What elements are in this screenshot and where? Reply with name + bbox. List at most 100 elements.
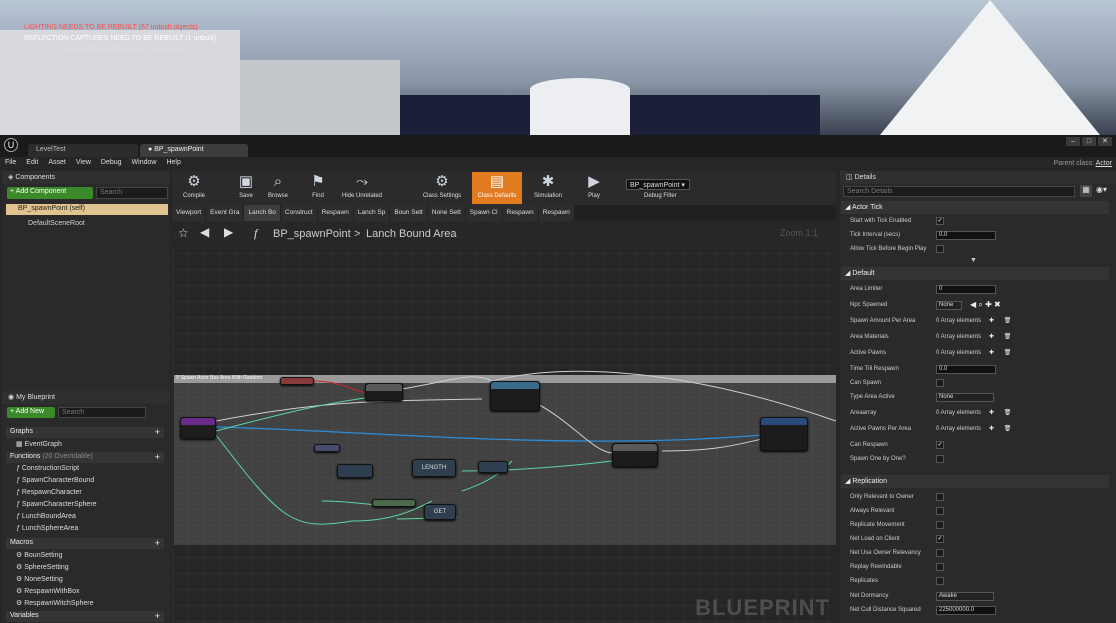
macro-item[interactable]: ⚙ RespawnWithBox bbox=[16, 587, 79, 595]
trash-icon[interactable]: 🗑 bbox=[1004, 350, 1012, 356]
add-macro-icon[interactable]: + bbox=[155, 538, 160, 548]
event-node[interactable] bbox=[760, 417, 808, 451]
function-entry-node[interactable] bbox=[180, 417, 216, 439]
net-load-on-client-checkbox[interactable]: ✓ bbox=[936, 535, 944, 543]
menu-file[interactable]: File bbox=[0, 157, 21, 168]
spawn-one-by-one-checkbox[interactable] bbox=[936, 455, 944, 463]
get-node[interactable]: GET bbox=[424, 504, 456, 520]
always-relevant-checkbox[interactable] bbox=[936, 507, 944, 515]
length-node[interactable]: LENGTH bbox=[412, 459, 456, 477]
menu-debug[interactable]: Debug bbox=[96, 157, 127, 168]
add-component-button[interactable]: + Add Component bbox=[7, 187, 93, 199]
my-blueprint-search-input[interactable]: Search bbox=[58, 407, 146, 418]
macro-item[interactable]: ⚙ RespawnWitchSphere bbox=[16, 599, 94, 607]
trash-icon[interactable]: 🗑 bbox=[1004, 426, 1012, 432]
type-area-active-select[interactable]: None bbox=[936, 393, 994, 402]
function-item[interactable]: ƒ ConstructionScript bbox=[16, 465, 79, 472]
macro-item[interactable]: ⚙ NoneSetting bbox=[16, 575, 63, 583]
add-function-icon[interactable]: + bbox=[155, 452, 160, 462]
section-actor-tick[interactable]: ◢ Actor Tick bbox=[841, 201, 1109, 214]
component-self[interactable]: BP_spawnPoint (self) bbox=[6, 204, 168, 215]
menu-asset[interactable]: Asset bbox=[43, 157, 71, 168]
grid-view-icon[interactable]: ▦ bbox=[1080, 185, 1092, 197]
npc-spawned-select[interactable]: None bbox=[936, 301, 962, 310]
variable-node[interactable] bbox=[280, 377, 314, 385]
area-materials-array[interactable]: 0 Array elements ✚ 🗑 bbox=[936, 333, 1011, 342]
function-item[interactable]: ƒ LunchSphereArea bbox=[16, 525, 78, 532]
debug-object-select[interactable]: BP_spawnPoint ▾ bbox=[626, 179, 690, 190]
allow-tick-checkbox[interactable] bbox=[936, 245, 944, 253]
macro-item[interactable]: ⚙ SphereSetting bbox=[16, 563, 69, 571]
add-icon[interactable]: ✚ bbox=[985, 300, 994, 309]
trash-icon[interactable]: 🗑 bbox=[1004, 334, 1012, 340]
add-icon[interactable]: ✚ bbox=[989, 410, 994, 416]
section-functions[interactable]: Functions (20 Overridable) + bbox=[6, 452, 164, 463]
tab-leveltest[interactable]: LevelTest bbox=[28, 144, 138, 157]
details-search-input[interactable]: Search Details bbox=[843, 186, 1075, 197]
time-till-respawn-input[interactable]: 0.0 bbox=[936, 365, 996, 374]
net-use-owner-checkbox[interactable] bbox=[936, 549, 944, 557]
section-variables[interactable]: Variables + bbox=[6, 611, 164, 622]
tab-respawn-sphere[interactable]: Respawn bbox=[538, 205, 574, 221]
simulation-button[interactable]: ✱ Simulation bbox=[526, 172, 570, 204]
replicate-movement-checkbox[interactable] bbox=[936, 521, 944, 529]
spawn-node[interactable] bbox=[490, 381, 540, 411]
net-dormancy-select[interactable]: Awake bbox=[936, 592, 994, 601]
function-item[interactable]: ƒ SpawnCharacterBound bbox=[16, 477, 94, 484]
tab-bp-spawnpoint[interactable]: ● BP_spawnPoint bbox=[140, 144, 248, 157]
branch-node[interactable] bbox=[365, 383, 403, 401]
add-new-button[interactable]: + Add New bbox=[7, 407, 55, 418]
class-settings-button[interactable]: ⚙ Class Settings bbox=[416, 172, 468, 204]
minimize-button[interactable]: – bbox=[1066, 137, 1080, 146]
components-search-input[interactable]: Search bbox=[96, 187, 168, 199]
areaarray-array[interactable]: 0 Array elements ✚ 🗑 bbox=[936, 409, 1011, 418]
replicates-checkbox[interactable] bbox=[936, 577, 944, 585]
clear-icon[interactable]: ✖ bbox=[994, 300, 1001, 309]
play-button[interactable]: ▶ Play bbox=[572, 172, 616, 204]
active-pawns-per-area-array[interactable]: 0 Array elements ✚ 🗑 bbox=[936, 425, 1011, 434]
array-variable-node[interactable] bbox=[372, 499, 416, 507]
active-pawns-array[interactable]: 0 Array elements ✚ 🗑 bbox=[936, 349, 1011, 358]
section-replication[interactable]: ◢ Replication bbox=[841, 475, 1109, 488]
tab-respawn[interactable]: Respawn bbox=[317, 205, 353, 221]
menu-help[interactable]: Help bbox=[161, 157, 185, 168]
start-with-tick-checkbox[interactable]: ✓ bbox=[936, 217, 944, 225]
only-relevant-checkbox[interactable] bbox=[936, 493, 944, 501]
add-icon[interactable]: ✚ bbox=[989, 350, 994, 356]
parent-class-link[interactable]: Actor bbox=[1096, 160, 1112, 167]
tab-spawn-character[interactable]: Spawn Cl bbox=[465, 205, 502, 221]
function-item[interactable]: ƒ RespawnCharacter bbox=[16, 489, 82, 496]
tab-lanch-bound[interactable]: Lanch Bo bbox=[244, 205, 280, 221]
graph-canvas[interactable]: ☆ ◀ ▶ f BP_spawnPoint > Lanch Bound Area… bbox=[172, 221, 836, 623]
section-macros[interactable]: Macros + bbox=[6, 538, 164, 549]
can-spawn-checkbox[interactable] bbox=[936, 379, 944, 387]
area-limiter-input[interactable]: 0 bbox=[936, 285, 996, 294]
tab-construct[interactable]: Construct bbox=[280, 205, 317, 221]
close-button[interactable]: ✕ bbox=[1098, 137, 1112, 146]
net-cull-input[interactable]: 225000000.0 bbox=[936, 606, 996, 615]
hide-unrelated-button[interactable]: ⤳ Hide Unrelated bbox=[336, 172, 388, 204]
spawn-amount-array[interactable]: 0 Array elements ✚ 🗑 bbox=[936, 317, 1011, 326]
add-icon[interactable]: ✚ bbox=[989, 426, 994, 432]
get-actor-node[interactable] bbox=[314, 444, 340, 452]
function-item[interactable]: ƒ LunchBoundArea bbox=[16, 513, 76, 520]
function-item[interactable]: ƒ SpawnCharacterSphere bbox=[16, 501, 97, 508]
for-loop-node[interactable] bbox=[612, 443, 658, 467]
trash-icon[interactable]: 🗑 bbox=[1004, 318, 1012, 324]
class-defaults-button[interactable]: ▤ Class Defaults bbox=[472, 172, 522, 204]
tick-interval-input[interactable]: 0.0 bbox=[936, 231, 996, 240]
add-graph-icon[interactable]: + bbox=[155, 427, 160, 437]
component-default-scene-root[interactable]: DefaultSceneRoot bbox=[6, 219, 168, 230]
add-variable-icon[interactable]: + bbox=[155, 611, 160, 621]
menu-edit[interactable]: Edit bbox=[21, 157, 43, 168]
tab-respawn-box[interactable]: Respawn bbox=[502, 205, 538, 221]
menu-window[interactable]: Window bbox=[127, 157, 162, 168]
menu-view[interactable]: View bbox=[71, 157, 96, 168]
tab-lanch-sphere[interactable]: Lanch Sp bbox=[353, 205, 390, 221]
macro-item[interactable]: ⚙ BounSetting bbox=[16, 551, 62, 559]
trash-icon[interactable]: 🗑 bbox=[1004, 410, 1012, 416]
eye-icon[interactable]: ◉▾ bbox=[1096, 185, 1107, 194]
tab-boun-setting[interactable]: Boun Sett bbox=[390, 205, 427, 221]
expand-arrow-icon[interactable]: ▼ bbox=[970, 257, 977, 264]
math-node[interactable] bbox=[337, 464, 373, 478]
